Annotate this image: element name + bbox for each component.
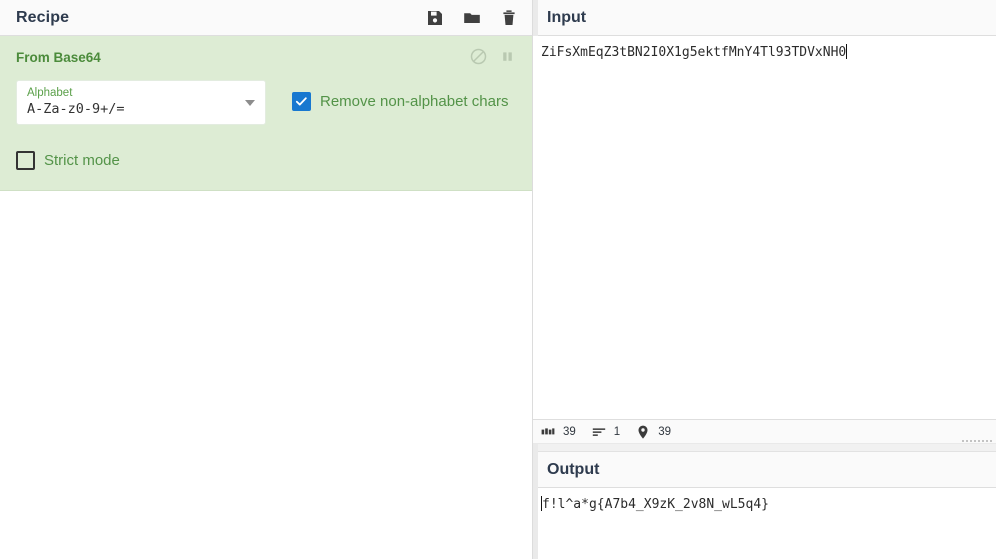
output-value: f!l^a*g{A7b4_X9zK_2v8N_wL5q4} [542,497,769,512]
chevron-down-icon[interactable] [245,100,255,106]
input-status-bar: 39 1 39 [533,419,996,444]
io-splitter[interactable] [533,444,996,452]
resize-grip-handle[interactable] [962,440,992,442]
disable-operation-icon[interactable] [470,48,487,65]
input-pane-title: Input [547,8,587,26]
recipe-title-bar: Recipe [0,0,532,36]
recipe-pane: Recipe From Base64 Alphabet A-Za-z0-9+/=… [0,0,533,559]
input-length-value: 39 [563,425,576,438]
output-title-bar: Output [533,452,996,488]
remove-non-alphabet-chars-label: Remove non-alphabet chars [320,93,509,110]
input-position-stat: 39 [636,425,671,439]
input-lines-stat: 1 [592,425,620,439]
input-lines-value: 1 [613,425,621,438]
input-title-bar: Input [533,0,996,36]
clear-recipe-icon[interactable] [500,9,518,27]
alphabet-label: Alphabet [27,87,73,99]
io-pane: Input ZiFsXmEqZ3tBN2I0X1g5ektfMnY4Tl93TD… [533,0,996,559]
remove-non-alphabet-chars-checkbox[interactable]: Remove non-alphabet chars [292,92,508,111]
operation-title: From Base64 [16,50,101,65]
checkbox-checked-icon[interactable] [292,92,311,111]
input-textarea[interactable]: ZiFsXmEqZ3tBN2I0X1g5ektfMnY4Tl93TDVxNH0 [533,36,996,419]
cyberchef-app: Recipe From Base64 Alphabet A-Za-z0-9+/=… [0,0,996,559]
strict-mode-checkbox[interactable]: Strict mode [16,151,516,170]
text-cursor [846,44,848,59]
operation-from-base64[interactable]: From Base64 Alphabet A-Za-z0-9+/= Remove… [0,36,532,191]
input-position-value: 39 [658,425,671,438]
alphabet-value: A-Za-z0-9+/= [27,101,125,117]
load-recipe-icon[interactable] [463,9,481,27]
input-length-stat: 39 [541,425,576,439]
strict-mode-label: Strict mode [44,152,120,169]
line-count-icon [592,425,606,439]
operation-arguments: Alphabet A-Za-z0-9+/= Remove non-alphabe… [16,80,516,125]
output-text-content: f!l^a*g{A7b4_X9zK_2v8N_wL5q4} [541,496,986,514]
character-count-icon [541,425,555,439]
operation-controls [470,48,516,65]
input-value: ZiFsXmEqZ3tBN2I0X1g5ektfMnY4Tl93TDVxNH0 [541,45,847,60]
input-text-content: ZiFsXmEqZ3tBN2I0X1g5ektfMnY4Tl93TDVxNH0 [541,44,986,62]
checkbox-unchecked-icon[interactable] [16,151,35,170]
alphabet-select[interactable]: Alphabet A-Za-z0-9+/= [16,80,266,125]
recipe-toolbar [426,9,518,27]
output-pane-title: Output [547,460,600,478]
save-recipe-icon[interactable] [426,9,444,27]
set-breakpoint-icon[interactable] [499,48,516,65]
recipe-pane-title: Recipe [16,8,70,26]
output-textarea[interactable]: f!l^a*g{A7b4_X9zK_2v8N_wL5q4} [533,488,996,559]
operation-header: From Base64 [16,48,516,66]
recipe-operation-list[interactable]: From Base64 Alphabet A-Za-z0-9+/= Remove… [0,36,532,559]
cursor-position-icon [636,425,650,439]
